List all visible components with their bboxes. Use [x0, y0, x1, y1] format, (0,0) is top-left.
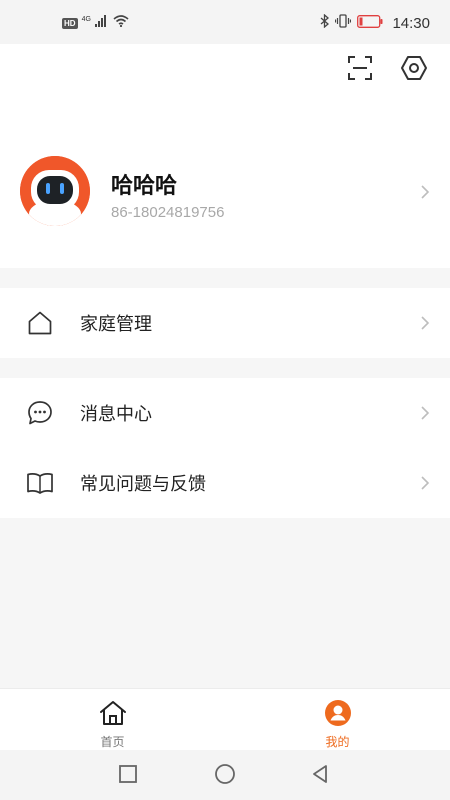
back-button[interactable] [308, 764, 332, 788]
settings-button[interactable] [400, 54, 428, 87]
chevron-right-icon [420, 315, 430, 331]
house-icon [26, 309, 54, 337]
chat-bubble-icon [26, 399, 54, 427]
tab-home[interactable]: 首页 [0, 689, 225, 751]
signal-icon [94, 14, 109, 32]
wifi-icon [113, 14, 129, 32]
status-left: HD 4G [62, 14, 129, 32]
battery-icon [357, 14, 383, 33]
menu-label: 家庭管理 [80, 314, 152, 334]
vibrate-icon [335, 14, 352, 33]
hd-badge: HD [62, 17, 78, 29]
chevron-right-icon [420, 405, 430, 421]
robot-avatar-icon[interactable] [20, 156, 90, 226]
tab-mine[interactable]: 我的 [225, 689, 450, 751]
menu-item-message-center[interactable]: 消息中心 [0, 378, 450, 448]
bottom-tab-bar: 首页 我的 [0, 688, 450, 750]
status-time: 14:30 [392, 15, 430, 32]
triangle-back-icon [310, 764, 330, 789]
scan-icon [347, 55, 373, 86]
network-type: 4G [81, 15, 91, 23]
profile-card[interactable]: 哈哈哈 86-18024819756 [0, 152, 450, 236]
home-system-button[interactable] [213, 763, 237, 790]
square-icon [118, 764, 138, 789]
tab-label: 我的 [325, 735, 350, 749]
menu-label: 消息中心 [80, 404, 152, 424]
user-icon [323, 698, 353, 728]
menu-item-home-management[interactable]: 家庭管理 [0, 288, 450, 358]
bluetooth-icon [320, 13, 330, 33]
menu-group-help: 消息中心 常见问题与反馈 [0, 378, 450, 518]
user-phone: 86-18024819756 [111, 204, 225, 221]
system-nav-bar [0, 750, 450, 800]
book-icon [26, 469, 54, 497]
home-icon [98, 698, 128, 728]
user-name: 哈哈哈 [111, 173, 178, 198]
settings-hexagon-icon [400, 54, 428, 87]
status-bar: HD 4G 14:30 [0, 0, 450, 44]
chevron-right-icon [420, 184, 430, 200]
recent-apps-button[interactable] [116, 764, 140, 788]
status-right: 14:30 [320, 13, 430, 33]
circle-icon [214, 763, 236, 790]
chevron-right-icon [420, 475, 430, 491]
scan-button[interactable] [346, 55, 374, 86]
tab-label: 首页 [100, 735, 125, 749]
menu-label: 常见问题与反馈 [80, 474, 206, 494]
menu-item-faq-feedback[interactable]: 常见问题与反馈 [0, 448, 450, 518]
menu-group-home: 家庭管理 [0, 288, 450, 358]
